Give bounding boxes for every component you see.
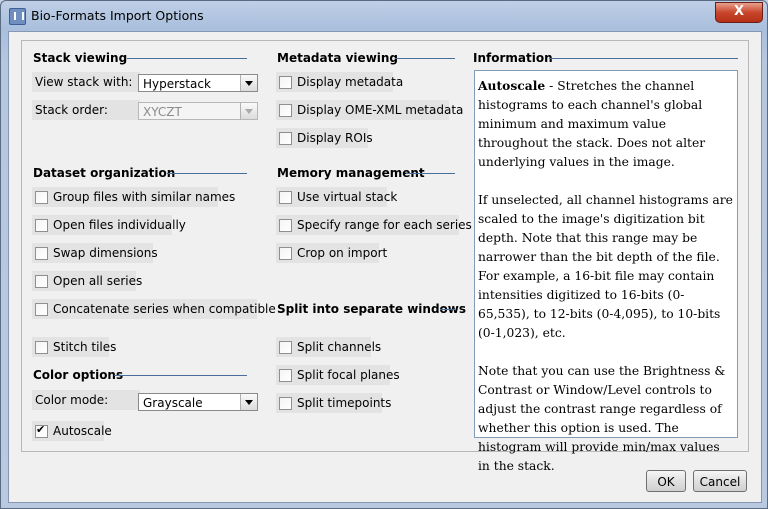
- dataset-organization-divider: [167, 173, 247, 174]
- ok-button[interactable]: OK: [646, 470, 686, 492]
- dialog-body: Stack viewing View stack with: Hyperstac…: [8, 31, 762, 503]
- open-individually-option[interactable]: Open files individually: [32, 215, 186, 235]
- cancel-button[interactable]: Cancel: [693, 470, 747, 492]
- swap-dimensions-option[interactable]: Swap dimensions: [32, 243, 158, 263]
- checkbox[interactable]: [279, 218, 292, 232]
- title-bar[interactable]: Bio-Formats Import Options X: [1, 1, 767, 31]
- checkbox[interactable]: [279, 131, 292, 145]
- color-options-divider: [114, 375, 247, 376]
- checkbox[interactable]: [35, 190, 48, 204]
- option-label: Display ROIs: [297, 131, 373, 145]
- information-title: Information: [473, 51, 553, 65]
- display-metadata-option[interactable]: Display metadata: [276, 72, 403, 92]
- close-button[interactable]: X: [715, 2, 763, 23]
- group-files-option[interactable]: Group files with similar names: [32, 187, 235, 207]
- checkbox[interactable]: [35, 302, 48, 316]
- option-label: Open all series: [53, 274, 143, 288]
- specify-range-option[interactable]: Specify range for each series: [276, 215, 472, 235]
- checkbox[interactable]: [279, 246, 292, 260]
- checkbox[interactable]: [35, 246, 48, 260]
- view-stack-label: View stack with:: [32, 72, 140, 92]
- memory-management-divider: [406, 173, 455, 174]
- checkbox[interactable]: [279, 190, 292, 204]
- option-label: Crop on import: [297, 246, 388, 260]
- split-windows-title: Split into separate windows: [277, 302, 467, 316]
- options-panel: Stack viewing View stack with: Hyperstac…: [21, 40, 749, 473]
- metadata-viewing-title: Metadata viewing: [277, 51, 399, 65]
- checkbox[interactable]: [35, 274, 48, 288]
- concatenate-series-option[interactable]: Concatenate series when compatible: [32, 299, 276, 319]
- checkbox[interactable]: [279, 368, 292, 382]
- option-label: Swap dimensions: [53, 246, 158, 260]
- option-label: Split focal planes: [297, 368, 400, 382]
- checkbox[interactable]: [279, 340, 292, 354]
- open-all-series-option[interactable]: Open all series: [32, 271, 142, 291]
- option-label: Group files with similar names: [53, 190, 236, 204]
- crop-on-import-option[interactable]: Crop on import: [276, 243, 387, 263]
- split-channels-option[interactable]: Split channels: [276, 337, 381, 357]
- color-mode-label: Color mode:: [32, 390, 140, 410]
- color-mode-value: Grayscale: [143, 396, 203, 410]
- checkbox[interactable]: [35, 340, 48, 354]
- metadata-viewing-divider: [395, 58, 455, 59]
- option-label: Stitch tiles: [53, 340, 117, 354]
- option-label: Use virtual stack: [297, 190, 398, 204]
- color-options-title: Color options: [33, 368, 124, 382]
- stack-order-value: XYCZT: [143, 105, 182, 119]
- option-label: Split timepoints: [297, 396, 392, 410]
- memory-management-title: Memory management: [277, 166, 425, 180]
- option-label: Display OME-XML metadata: [297, 103, 464, 117]
- stack-order-label: Stack order:: [32, 100, 140, 120]
- import-options-window: Bio-Formats Import Options X Stack viewi…: [0, 0, 768, 509]
- option-label: Specify range for each series: [297, 218, 472, 232]
- chevron-down-icon[interactable]: [240, 75, 257, 91]
- checkbox[interactable]: [279, 75, 292, 89]
- option-label: Split channels: [297, 340, 382, 354]
- option-label: Autoscale: [53, 424, 112, 438]
- checkbox[interactable]: [35, 218, 48, 232]
- checkbox[interactable]: [279, 103, 292, 117]
- view-stack-select[interactable]: Hyperstack: [138, 74, 258, 92]
- color-mode-select[interactable]: Grayscale: [138, 393, 258, 411]
- dataset-organization-title: Dataset organization: [33, 166, 176, 180]
- information-divider: [549, 58, 738, 59]
- split-windows-divider: [440, 309, 455, 310]
- app-icon: [9, 8, 26, 25]
- display-ome-xml-option[interactable]: Display OME-XML metadata: [276, 100, 463, 120]
- view-stack-value: Hyperstack: [143, 77, 211, 91]
- stack-viewing-divider: [127, 58, 247, 59]
- checkbox-checked[interactable]: [35, 423, 48, 438]
- info-term: Autoscale: [478, 78, 546, 93]
- information-text: Autoscale - Stretches the channel histog…: [474, 70, 738, 473]
- split-timepoints-option[interactable]: Split timepoints: [276, 393, 391, 413]
- autoscale-option[interactable]: Autoscale: [32, 421, 112, 441]
- checkbox[interactable]: [279, 396, 292, 410]
- virtual-stack-option[interactable]: Use virtual stack: [276, 187, 397, 207]
- split-focal-planes-option[interactable]: Split focal planes: [276, 365, 400, 385]
- option-label: Display metadata: [297, 75, 404, 89]
- option-label: Concatenate series when compatible: [53, 302, 276, 316]
- info-paragraph-3: Note that you can use the Brightness & C…: [478, 364, 726, 473]
- info-paragraph-2: If unselected, all channel histograms ar…: [478, 193, 733, 340]
- stitch-tiles-option[interactable]: Stitch tiles: [32, 337, 116, 357]
- chevron-down-icon[interactable]: [240, 103, 257, 119]
- chevron-down-icon[interactable]: [240, 394, 257, 410]
- option-label: Open files individually: [53, 218, 186, 232]
- stack-viewing-title: Stack viewing: [33, 51, 128, 65]
- window-title: Bio-Formats Import Options: [31, 8, 204, 23]
- stack-order-select[interactable]: XYCZT: [138, 102, 258, 120]
- display-rois-option[interactable]: Display ROIs: [276, 128, 373, 148]
